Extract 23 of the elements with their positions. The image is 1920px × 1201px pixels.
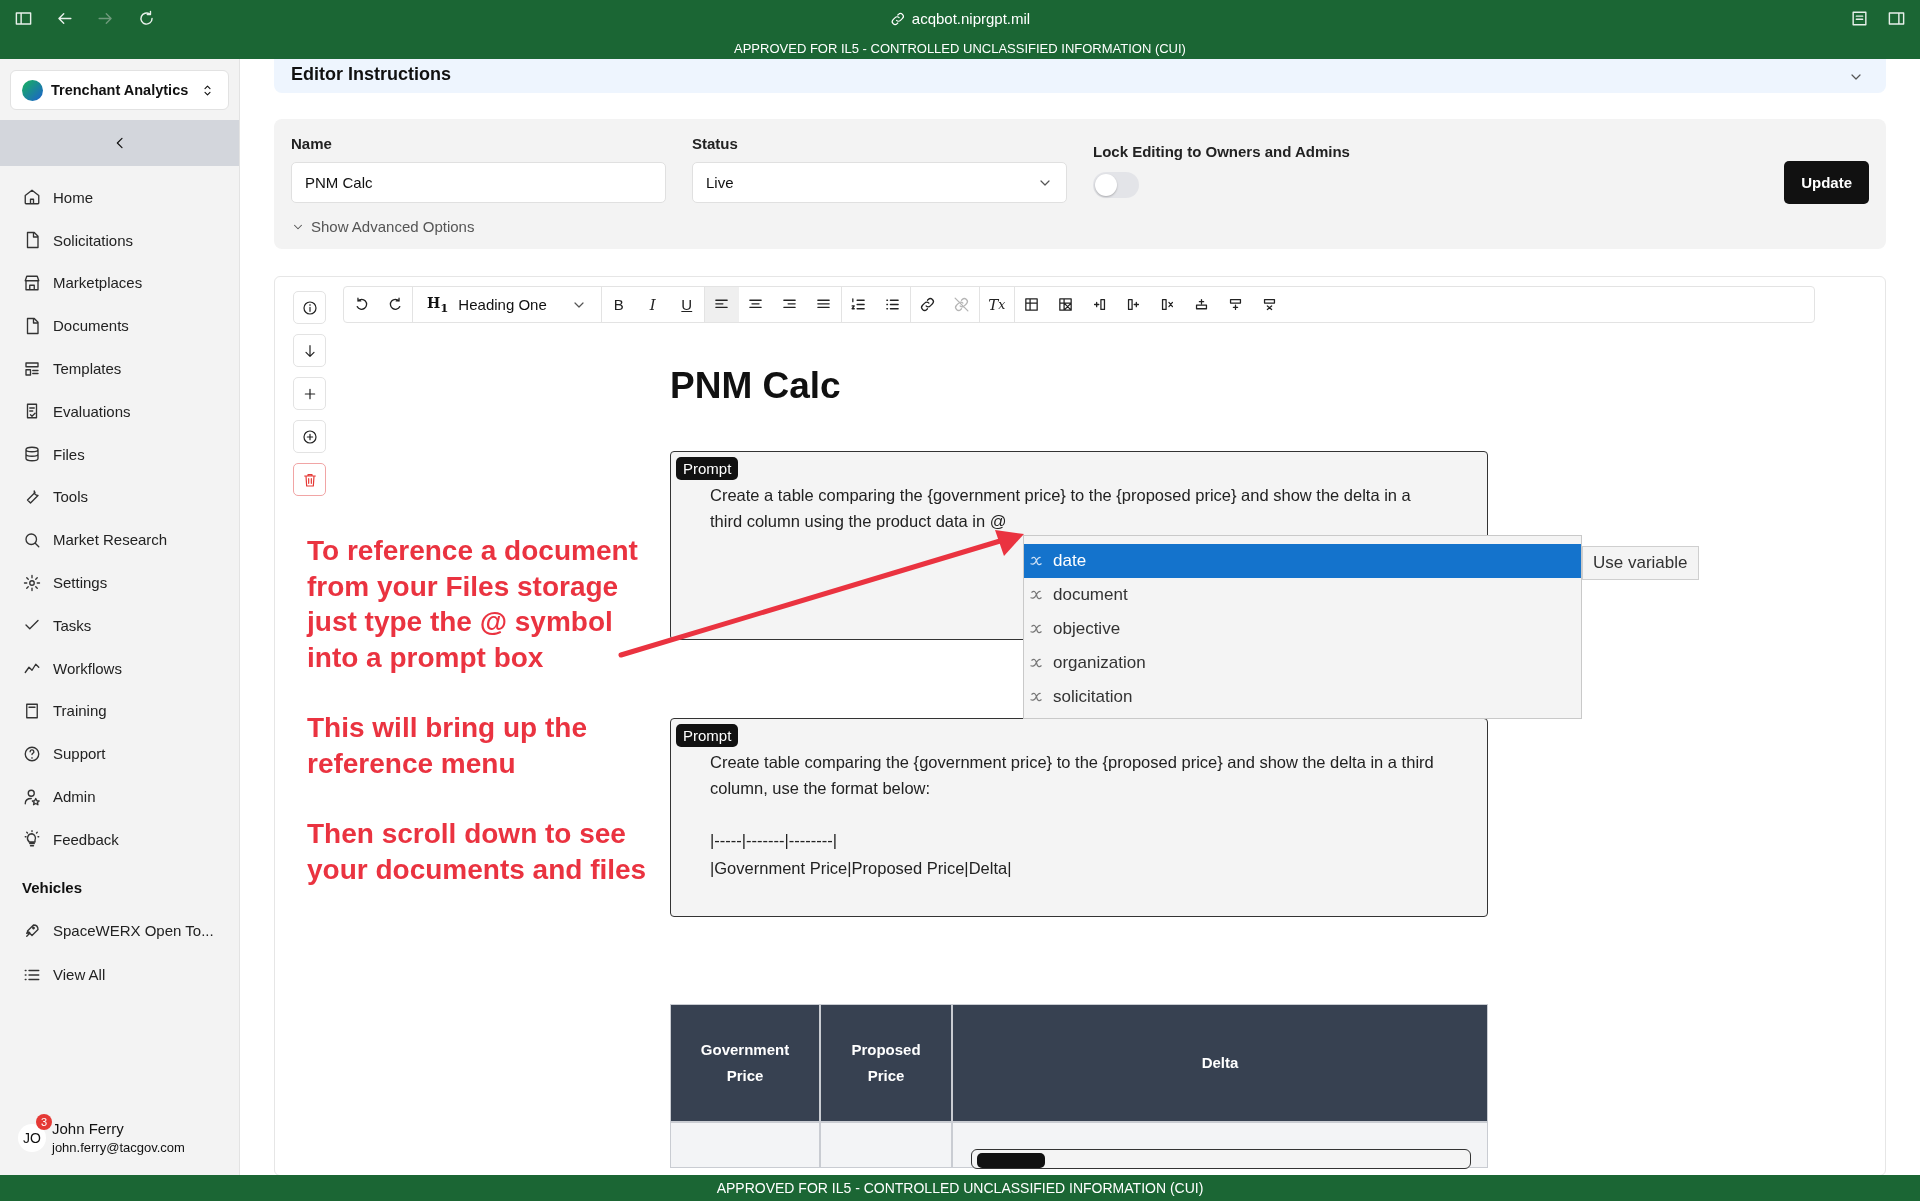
prompt-label: Prompt xyxy=(676,457,739,480)
prompt-text: |Government Price|Proposed Price|Delta| xyxy=(710,858,1013,879)
column-header: Government Price xyxy=(671,1005,819,1121)
document-title: PNM Calc xyxy=(670,364,842,408)
annotation-text: This will bring up the reference menu xyxy=(307,711,588,781)
classification-banner: APPROVED FOR IL5 - CONTROLLED UNCLASSIFIED INFORMATION (CUI) xyxy=(0,37,1920,59)
user-email: john.ferry@tacgov.com xyxy=(52,1140,185,1155)
user-name: John Ferry xyxy=(52,1120,125,1137)
section-heading: Vehicles xyxy=(21,878,84,899)
notification-badge: 3 xyxy=(36,1113,52,1130)
column-header: Delta xyxy=(951,1005,1487,1121)
field-label: Status xyxy=(692,135,739,152)
column-header: Proposed Price xyxy=(819,1005,951,1121)
prompt-text: Create table comparing the {government price} to the {proposed price} and show the delta in a third column, use the format below: xyxy=(710,752,1435,799)
prompt-label: Prompt xyxy=(676,724,739,747)
prompt-text: |-----|-------|--------| xyxy=(710,830,839,851)
classification-banner: APPROVED FOR IL5 - CONTROLLED UNCLASSIFIED INFORMATION (CUI) xyxy=(0,1175,1920,1201)
annotation-text: To reference a document from your Files storage just type the @ symbol into a prompt box xyxy=(307,534,639,675)
field-label: Lock Editing to Owners and Admins xyxy=(1093,143,1350,160)
panel-title: Editor Instructions xyxy=(291,64,451,85)
annotation-text: Then scroll down to see your documents and files xyxy=(307,817,648,887)
prompt-text: Create a table comparing the {government price} to the {proposed price} and show the delta in a third column using the product data in @ xyxy=(710,485,1412,532)
field-label: Name xyxy=(291,135,333,152)
